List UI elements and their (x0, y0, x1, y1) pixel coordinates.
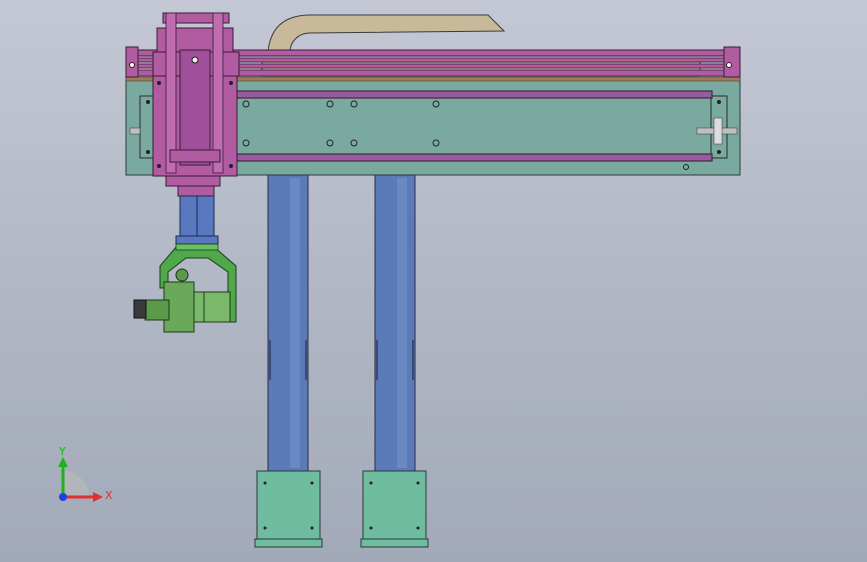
carriage[interactable] (152, 12, 240, 187)
gripped-part[interactable] (133, 268, 231, 333)
y-axis-label: Y (58, 445, 66, 458)
model-view[interactable]: Y X (0, 0, 867, 562)
coordinate-triad-icon: Y X (58, 445, 113, 502)
cad-viewport[interactable]: Y X (0, 0, 867, 562)
x-axis-label: X (105, 489, 113, 502)
column-bases[interactable] (254, 470, 429, 548)
support-columns[interactable] (267, 174, 416, 474)
lift-cylinder[interactable] (175, 185, 219, 245)
